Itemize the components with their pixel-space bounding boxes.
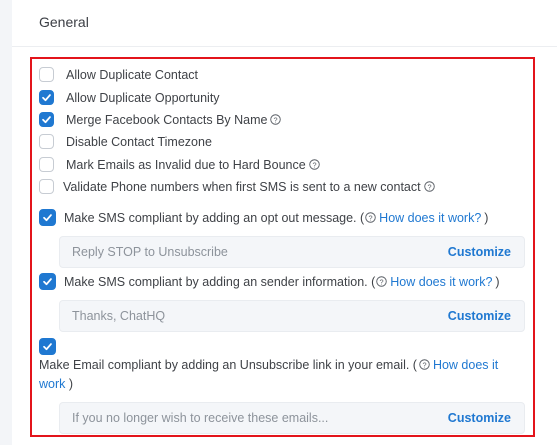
checkbox[interactable] — [39, 273, 56, 290]
option-label: Mark Emails as Invalid due to Hard Bounc… — [66, 157, 306, 172]
sms-sender-field[interactable]: Thanks, ChatHQ Customize — [59, 300, 525, 332]
option-sms-sender[interactable]: Make SMS compliant by adding an sender i… — [39, 273, 500, 290]
option-merge-facebook-contacts[interactable]: Merge Facebook Contacts By Name ? — [39, 112, 282, 127]
help-circle-icon: ? — [376, 276, 388, 287]
checkbox[interactable] — [39, 67, 54, 82]
how-does-it-work-link[interactable]: How does it work? — [390, 275, 492, 289]
option-mark-emails-invalid[interactable]: Mark Emails as Invalid due to Hard Bounc… — [39, 157, 320, 172]
checkbox[interactable] — [39, 90, 54, 105]
checkmark-icon — [42, 116, 51, 124]
option-label: Make SMS compliant by adding an opt out … — [64, 210, 365, 225]
checkbox[interactable] — [39, 157, 54, 172]
checkbox[interactable] — [39, 338, 56, 355]
customize-button[interactable]: Customize — [448, 309, 511, 323]
paren-close: ) — [484, 210, 489, 225]
field-placeholder: Reply STOP to Unsubscribe — [72, 245, 228, 259]
checkbox[interactable] — [39, 112, 54, 127]
help-circle-icon[interactable]: ? — [423, 181, 435, 192]
option-disable-contact-timezone[interactable]: Disable Contact Timezone — [39, 134, 212, 149]
field-placeholder: If you no longer wish to receive these e… — [72, 411, 329, 425]
svg-text:?: ? — [380, 277, 384, 286]
option-label: Merge Facebook Contacts By Name — [66, 112, 268, 127]
option-label: Make Email compliant by adding an Unsubs… — [39, 358, 417, 372]
help-circle-icon[interactable]: ? — [270, 114, 282, 125]
checkbox[interactable] — [39, 179, 54, 194]
help-circle-icon: ? — [365, 212, 376, 223]
option-sms-optout[interactable]: Make SMS compliant by adding an opt out … — [39, 209, 488, 226]
customize-button[interactable]: Customize — [448, 411, 511, 425]
divider — [12, 46, 557, 47]
help-circle-icon[interactable]: ? — [308, 159, 320, 170]
how-does-it-work-link[interactable]: How does it work? — [379, 211, 481, 225]
svg-text:?: ? — [427, 182, 431, 191]
svg-text:?: ? — [422, 360, 426, 369]
checkmark-icon — [43, 343, 52, 351]
option-label: Validate Phone numbers when first SMS is… — [63, 179, 421, 194]
checkmark-icon — [43, 214, 52, 222]
option-label: Allow Duplicate Opportunity — [66, 90, 220, 105]
section-title: General — [39, 14, 89, 30]
sms-optout-field[interactable]: Reply STOP to Unsubscribe Customize — [59, 236, 525, 268]
svg-text:?: ? — [369, 213, 373, 222]
checkbox[interactable] — [39, 209, 56, 226]
option-email-unsubscribe[interactable] — [39, 338, 68, 355]
email-unsubscribe-text: Make Email compliant by adding an Unsubs… — [39, 356, 514, 394]
option-allow-duplicate-contact[interactable]: Allow Duplicate Contact — [39, 67, 198, 82]
field-placeholder: Thanks, ChatHQ — [72, 309, 166, 323]
email-unsubscribe-field[interactable]: If you no longer wish to receive these e… — [59, 402, 525, 434]
option-label: Disable Contact Timezone — [66, 134, 212, 149]
option-allow-duplicate-opportunity[interactable]: Allow Duplicate Opportunity — [39, 90, 220, 105]
checkmark-icon — [43, 278, 52, 286]
option-label: Allow Duplicate Contact — [66, 67, 199, 82]
option-validate-phone-numbers[interactable]: Validate Phone numbers when first SMS is… — [39, 179, 435, 194]
checkmark-icon — [42, 94, 51, 102]
paren-close: ) — [68, 377, 74, 391]
customize-button[interactable]: Customize — [448, 245, 511, 259]
paren-close: ) — [495, 274, 500, 289]
svg-text:?: ? — [274, 115, 278, 124]
svg-text:?: ? — [312, 160, 316, 169]
option-label: Make SMS compliant by adding an sender i… — [64, 274, 376, 289]
help-circle-icon: ? — [419, 359, 430, 370]
checkbox[interactable] — [39, 134, 54, 149]
